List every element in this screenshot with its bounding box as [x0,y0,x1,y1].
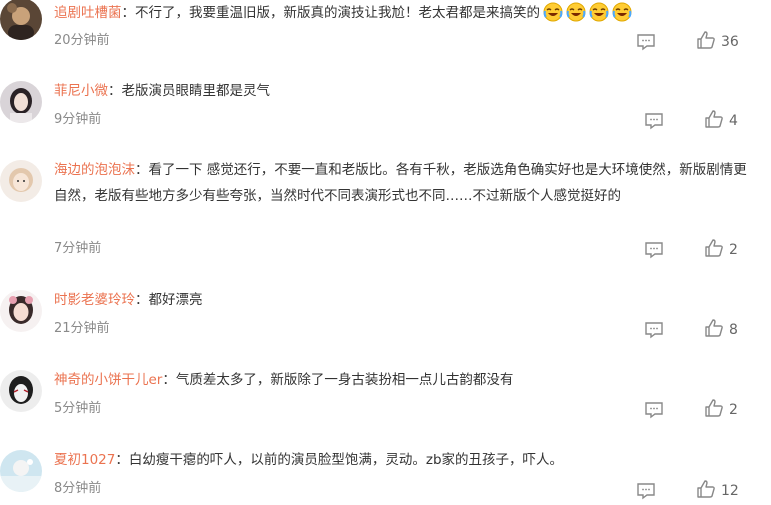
comment-time: 5分钟前 [54,401,102,416]
comment-content: 都好漂亮 [148,292,203,308]
username-link[interactable]: 追剧吐槽菌 [54,5,122,21]
comment-time: 7分钟前 [54,241,102,256]
like-count: 8 [729,322,738,338]
username-link[interactable]: 神奇的小饼干儿er [54,372,162,388]
like-count: 2 [729,242,738,258]
thumbs-up-icon [696,479,716,503]
emoji-icon [563,2,586,22]
avatar[interactable] [0,81,42,123]
username-link[interactable]: 海边的泡泡沫 [54,162,135,178]
avatar[interactable] [0,290,42,332]
separator: ： [115,452,129,468]
separator: ： [121,5,136,21]
comment-actions: 2 [630,399,745,421]
comment-actions: 36 [630,31,745,53]
separator: ： [108,83,122,99]
avatar[interactable] [0,0,42,40]
comment-content: 气质差太多了，新版除了一身古装扮相一点儿古韵都没有 [175,372,514,388]
like-count: 4 [729,113,738,129]
like-button[interactable]: 2 [704,239,738,261]
comment-actions: 2 [630,239,745,261]
emoji-icon [586,2,609,22]
thumbs-up-icon [704,109,724,133]
thumbs-up-icon [704,238,724,262]
comment-actions: 8 [630,319,745,341]
comment-text: 菲尼小微：老版演员眼睛里都是灵气 [54,78,751,104]
comment-actions: 4 [630,110,745,132]
comment-time: 8分钟前 [54,481,102,496]
avatar[interactable] [0,450,42,492]
like-count: 12 [721,483,739,499]
separator: ： [135,292,149,308]
username-link[interactable]: 时影老婆玲玲 [54,292,135,308]
comment-icon[interactable] [644,320,664,340]
thumbs-up-icon [704,318,724,342]
like-count: 2 [729,402,738,418]
thumbs-up-icon [696,30,716,54]
comment-text: 追剧吐槽菌：不行了，我要重温旧版，新版真的演技让我尬！老太君都是来搞笑的 [54,0,751,26]
separator: ： [162,372,176,388]
comment-content: 不行了，我要重温旧版，新版真的演技让我尬！老太君都是来搞笑的 [135,5,540,21]
comment-text: 海边的泡泡沫：看了一下 感觉还行，不要一直和老版比。各有千秋，老版选角色确实好也… [54,157,751,209]
username-link[interactable]: 夏初1027 [54,452,115,468]
comment-content: 白幼瘦干瘪的吓人，以前的演员脸型饱满，灵动。zb家的丑孩子，吓人。 [128,452,564,468]
emoji-icon [609,2,632,22]
comment-actions: 12 [630,480,745,502]
comment-time: 20分钟前 [54,33,110,48]
comment-text: 夏初1027：白幼瘦干瘪的吓人，以前的演员脸型饱满，灵动。zb家的丑孩子，吓人。 [54,447,751,473]
comment-content: 看了一下 感觉还行，不要一直和老版比。各有千秋，老版选角色确实好也是大环境使然，… [54,162,747,204]
thumbs-up-icon [704,398,724,422]
username-link[interactable]: 菲尼小微 [54,83,108,99]
avatar[interactable] [0,160,42,202]
comment-icon[interactable] [644,111,664,131]
comment-time: 9分钟前 [54,112,102,127]
comment-text: 时影老婆玲玲：都好漂亮 [54,287,751,313]
comment-icon[interactable] [636,481,656,501]
emoji-icon [540,2,563,22]
comment-icon[interactable] [636,32,656,52]
comment-content: 老版演员眼睛里都是灵气 [121,83,271,99]
comment-icon[interactable] [644,240,664,260]
like-button[interactable]: 12 [696,480,739,502]
comment-text: 神奇的小饼干儿er：气质差太多了，新版除了一身古装扮相一点儿古韵都没有 [54,367,751,393]
comment-icon[interactable] [644,400,664,420]
like-button[interactable]: 36 [696,31,739,53]
avatar[interactable] [0,370,42,412]
comment-time: 21分钟前 [54,321,110,336]
like-button[interactable]: 2 [704,399,738,421]
like-count: 36 [721,34,739,50]
like-button[interactable]: 4 [704,110,738,132]
like-button[interactable]: 8 [704,319,738,341]
separator: ： [135,162,149,178]
